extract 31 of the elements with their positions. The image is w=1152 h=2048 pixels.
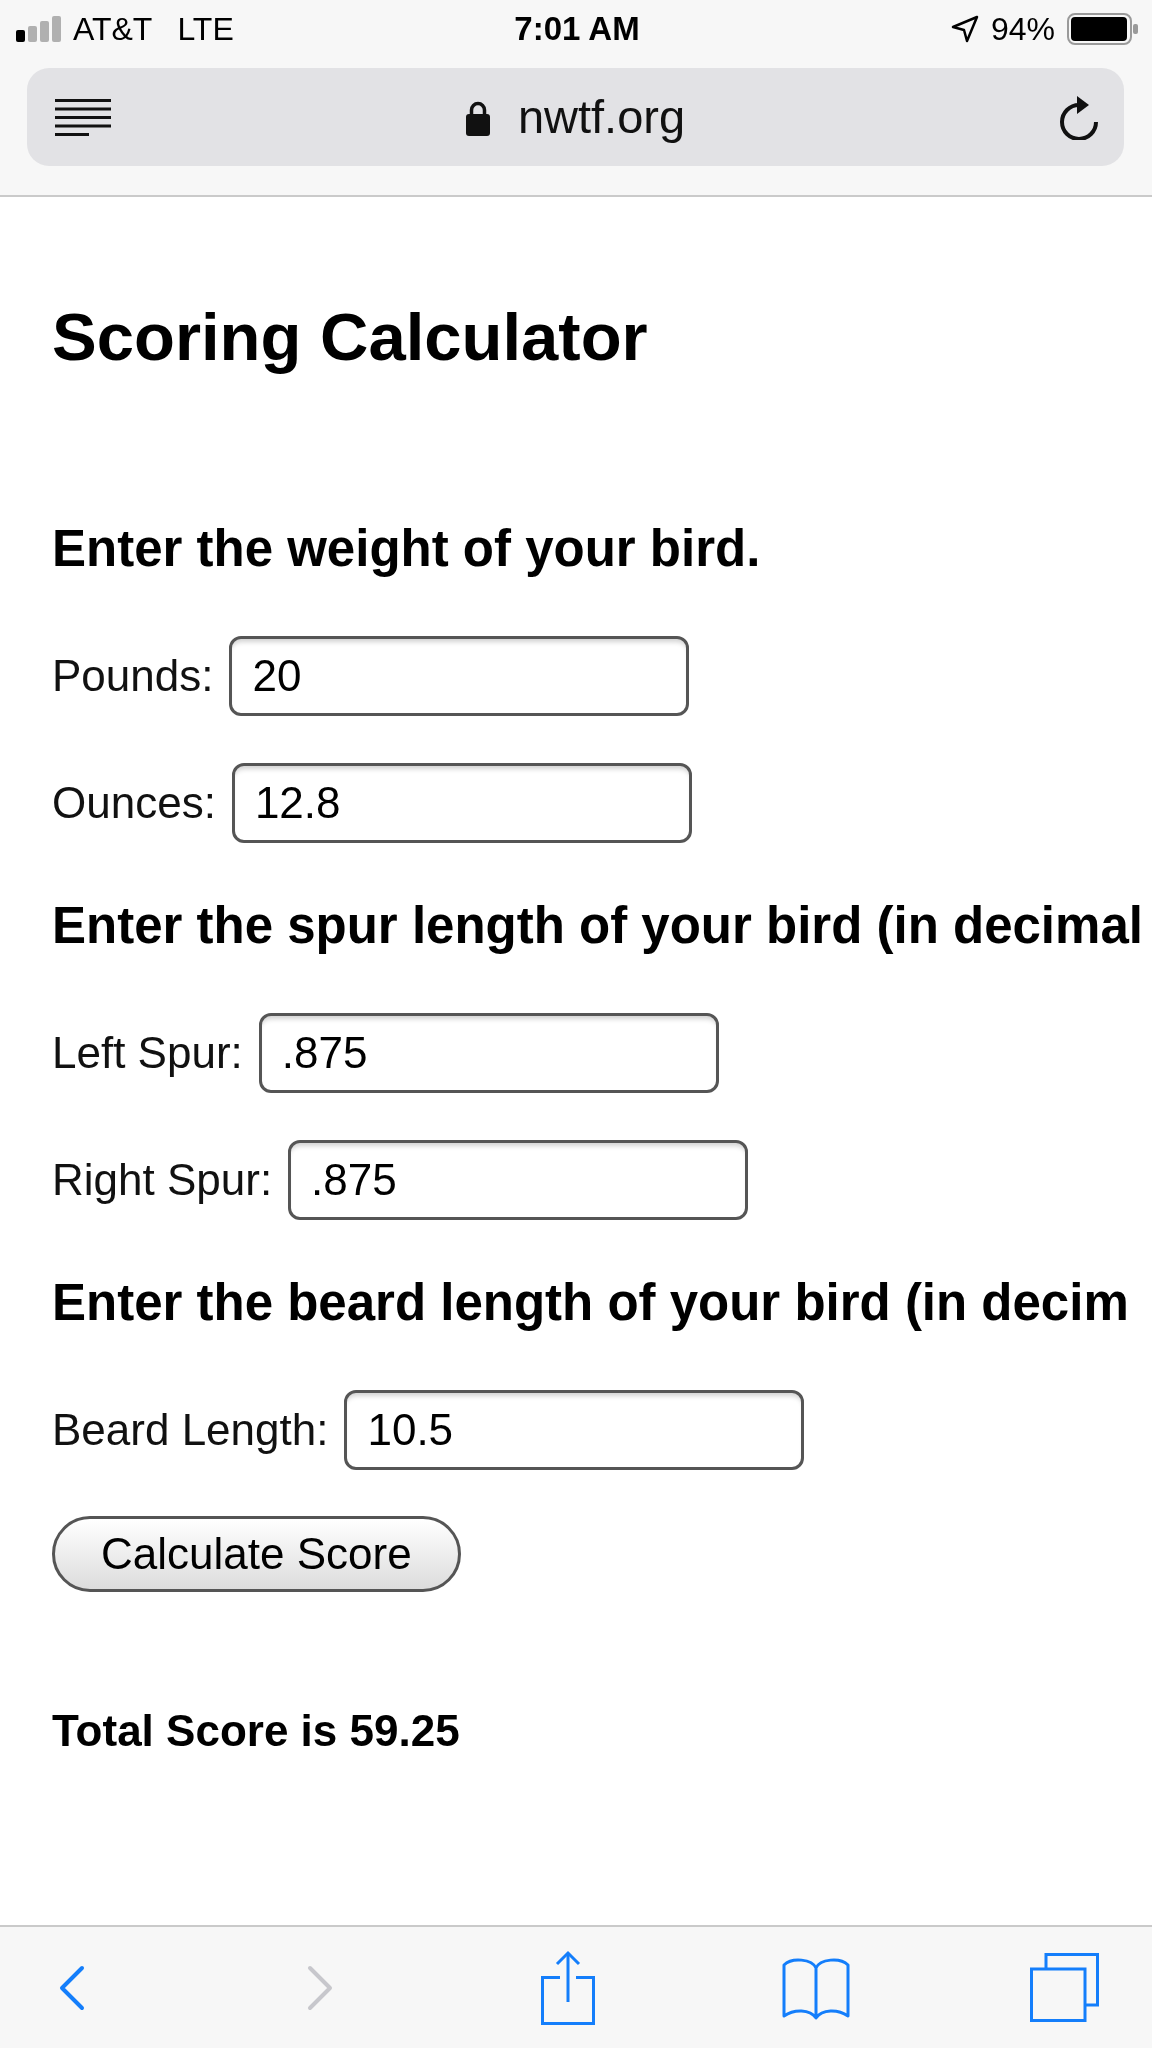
carrier-text: AT&T (73, 10, 153, 48)
chevron-left-icon[interactable] (59, 1964, 85, 2011)
section-heading: Enter the weight of your bird. (52, 519, 761, 579)
total-score-text: Total Score is 59.25 (52, 1705, 460, 1757)
share-icon[interactable] (541, 1950, 595, 2025)
input-field[interactable]: .875 (288, 1140, 749, 1220)
field-label: Pounds: (52, 650, 214, 702)
page-title: Scoring Calculator (52, 298, 648, 375)
input-field[interactable]: 10.5 (344, 1390, 805, 1470)
section-heading: Enter the spur length of your bird (in decimal (52, 896, 1143, 956)
time-text: 7:01 AM (514, 10, 640, 48)
text-lines-icon[interactable] (55, 98, 111, 136)
battery-percent-text: 94% (990, 10, 1055, 48)
input-field[interactable]: 12.8 (231, 763, 692, 843)
field-label: Right Spur: (52, 1154, 273, 1206)
url-text: nwtf.org (517, 89, 686, 145)
reload-icon[interactable] (1058, 94, 1100, 140)
calculate-score-button[interactable]: Calculate Score (52, 1516, 461, 1592)
signal-bars-icon (16, 16, 62, 42)
section-heading: Enter the beard length of your bird (in decim (52, 1273, 1129, 1333)
location-arrow-icon (950, 15, 979, 43)
field-label: Beard Length: (52, 1404, 329, 1456)
input-field[interactable]: 20 (229, 636, 690, 716)
overlapping-squares-icon[interactable] (1029, 1953, 1099, 2022)
field-label: Left Spur: (52, 1027, 243, 1079)
input-field[interactable]: .875 (258, 1013, 719, 1093)
network-text: LTE (177, 10, 234, 48)
address-bar[interactable]: nwtf.org (27, 68, 1124, 166)
battery-icon (1067, 13, 1138, 45)
field-label: Ounces: (52, 777, 216, 829)
book-icon[interactable] (782, 1955, 850, 2020)
